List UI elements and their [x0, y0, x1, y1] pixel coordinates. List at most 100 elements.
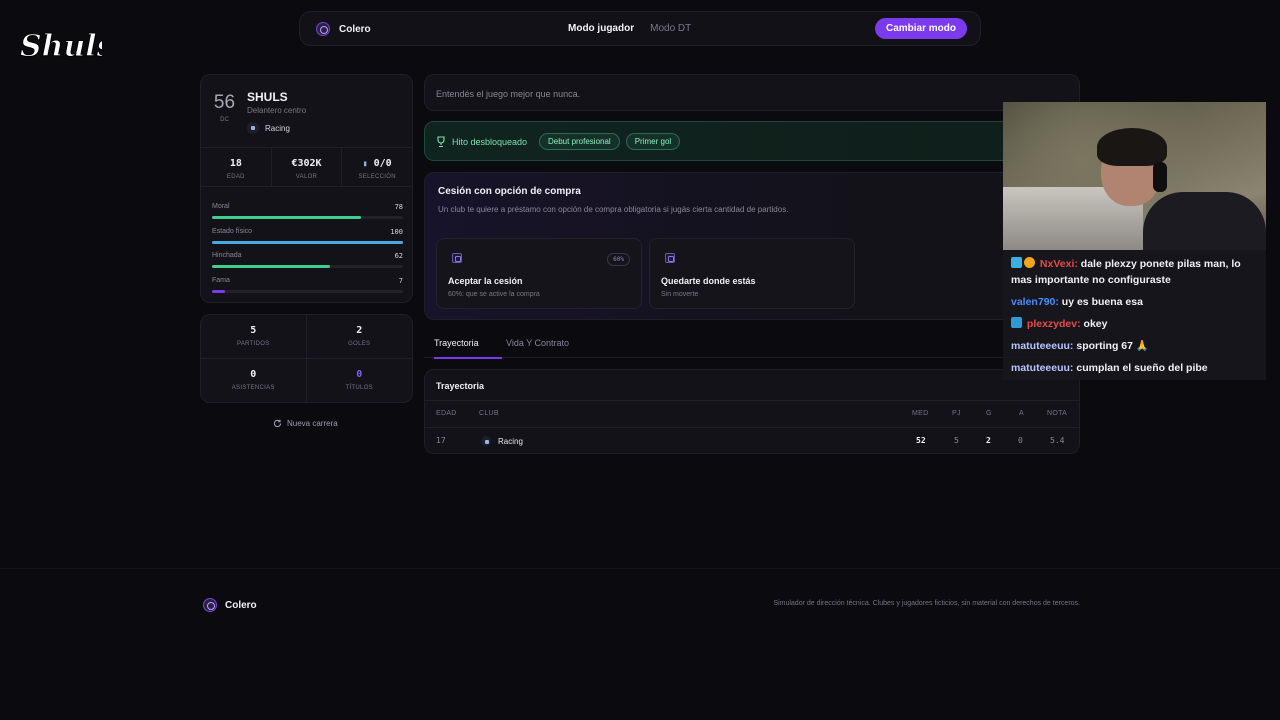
stat-value: ▮ 0/0 — [342, 158, 412, 169]
cell-med: 52 — [916, 436, 926, 445]
bar-fill — [212, 265, 331, 268]
quote-text: Entendés el juego mejor que nunca. — [436, 89, 581, 99]
loan-decision-card: Cesión con opción de compra Un club te q… — [424, 172, 1080, 320]
col-header-med: MED — [912, 410, 929, 417]
rating-position: DC — [220, 117, 229, 123]
new-career-label: Nueva carrera — [287, 419, 338, 428]
attribute-bars: Moral 78 Estado físico 100 Hinchada 62 Fama… — [212, 203, 403, 301]
stat-label: GOLES — [348, 341, 371, 347]
mode-switcher: Modo jugador Modo DT — [568, 23, 691, 34]
milestone-banner: Hito desbloqueado Debut profesional Prim… — [424, 121, 1080, 161]
shuls-logo: Shuls — [20, 29, 103, 65]
bar-fitness: Estado físico 100 — [212, 228, 403, 253]
stat-value: 0 — [250, 368, 257, 380]
bar-label: Estado físico — [212, 227, 253, 235]
selection-value: 0/0 — [373, 158, 392, 169]
cell-club: Racing — [481, 436, 523, 446]
player-role: Delantero centro — [247, 106, 307, 115]
bar-value: 7 — [398, 276, 403, 285]
cell-age: 17 — [436, 436, 446, 445]
player-stats-row: 18 EDAD €302K VALOR ▮ 0/0 SELECCIÓN — [201, 147, 412, 187]
stream-chat-overlay: NxVexi: dale plexzy ponete pilas man, lo… — [1003, 250, 1266, 380]
stat-label: SELECCIÓN — [358, 174, 396, 180]
option-icon — [452, 253, 462, 263]
chat-message: plexzydev: okey — [1011, 316, 1258, 332]
tab-life-contract[interactable]: Vida Y Contrato — [506, 338, 569, 357]
stat-age: 18 EDAD — [201, 148, 272, 186]
headset-icon — [1153, 162, 1167, 192]
divider — [425, 427, 1079, 428]
cell-a: 0 — [1018, 436, 1023, 445]
cell-g: 2 — [986, 436, 991, 445]
bar-label: Hinchada — [212, 252, 242, 259]
stat-label: TÍTULOS — [345, 384, 373, 391]
brand-icon — [316, 22, 330, 36]
top-nav-bar: Colero Modo jugador Modo DT Cambiar modo — [299, 11, 981, 46]
chat-username: matuteeeuu: — [1011, 340, 1074, 352]
career-stats-card: 5 PARTIDOS 2 GOLES 0 ASISTENCIAS 0 TÍTUL… — [200, 314, 413, 403]
stat-value-market: €302K VALOR — [272, 148, 343, 186]
stat-label: EDAD — [226, 174, 245, 180]
footer-note: Simulador de dirección técnica. Clubes y… — [773, 600, 1080, 607]
stat-national-team: ▮ 0/0 SELECCIÓN — [342, 148, 412, 186]
bar-fans: Hinchada 62 — [212, 252, 403, 277]
chat-message: matuteeeuu: sporting 67 🙏 — [1011, 338, 1258, 354]
club-name: Racing — [265, 123, 290, 133]
mode-dt-tab[interactable]: Modo DT — [650, 23, 691, 34]
option-subtitle: Sin moverte — [661, 291, 699, 298]
chat-badge-icon — [1011, 257, 1022, 268]
refresh-icon — [273, 419, 282, 428]
stat-value: 18 — [229, 158, 242, 169]
new-career-button[interactable]: Nueva carrera — [273, 419, 338, 428]
bar-moral: Moral 78 — [212, 203, 403, 228]
chat-username: matuteeeuu: — [1011, 362, 1074, 374]
loan-title: Cesión con opción de compra — [438, 186, 581, 197]
chat-text: uy es buena esa — [1061, 296, 1143, 308]
trophy-icon — [437, 136, 445, 148]
stat-matches: 5 PARTIDOS — [201, 315, 307, 359]
footer-divider — [0, 568, 1280, 569]
bar-fame: Fama 7 — [212, 277, 403, 302]
tabs: Trayectoria Vida Y Contrato — [424, 336, 1080, 359]
bar-value: 78 — [394, 203, 403, 211]
club-badge-icon — [481, 436, 491, 446]
chat-message: matuteeeuu: cumplan el sueño del pibe — [1011, 360, 1258, 376]
stat-titles: 0 TÍTULOS — [307, 359, 413, 403]
probability-badge: 60% — [607, 253, 630, 266]
chat-username: plexzydev: — [1026, 318, 1081, 330]
option-stay[interactable]: Quedarte donde estás Sin moverte — [649, 238, 855, 309]
chat-badge-icon — [1011, 317, 1022, 328]
milestone-tag: Primer gol — [625, 133, 681, 150]
club-name: Racing — [498, 436, 523, 446]
milestone-tags: Debut profesional Primer gol — [539, 133, 681, 150]
player-profile-card: 56 DC SHULS Delantero centro Racing 18 E… — [200, 74, 413, 303]
player-rating: 56 DC — [212, 92, 237, 123]
stat-value: 0 — [356, 368, 363, 380]
bar-fill — [212, 240, 403, 244]
footer-brand[interactable]: Colero — [203, 598, 257, 612]
logo-text: Shuls — [20, 29, 102, 64]
stat-value: €302K — [291, 158, 322, 169]
switch-mode-button[interactable]: Cambiar modo — [874, 18, 967, 39]
col-header-age: EDAD — [436, 410, 457, 417]
milestone-tag: Debut profesional — [539, 133, 620, 150]
chat-message: NxVexi: dale plexzy ponete pilas man, lo… — [1011, 256, 1258, 288]
player-name: SHULS — [247, 90, 288, 104]
trajectory-table: Trayectoria EDAD CLUB MED PJ G A NOTA 17… — [424, 369, 1080, 454]
tab-trajectory[interactable]: Trayectoria — [434, 338, 502, 359]
table-title: Trayectoria — [436, 381, 485, 391]
bar-fill — [212, 289, 226, 293]
brand[interactable]: Colero — [316, 22, 371, 36]
stat-value: 5 — [250, 325, 257, 336]
bar-label: Fama — [212, 276, 230, 284]
rating-value: 56 — [213, 92, 236, 113]
chat-text: cumplan el sueño del pibe — [1076, 362, 1208, 374]
mode-player-tab[interactable]: Modo jugador — [568, 23, 634, 34]
chat-username: NxVexi: — [1039, 258, 1078, 270]
chat-username: valen790: — [1011, 296, 1059, 308]
option-icon — [665, 253, 675, 263]
webcam-person-body — [1143, 192, 1266, 250]
webcam-overlay — [1003, 102, 1266, 250]
stat-goals: 2 GOLES — [306, 315, 412, 359]
option-accept-loan[interactable]: 60% Aceptar la cesión 60%: que se active… — [436, 238, 642, 309]
